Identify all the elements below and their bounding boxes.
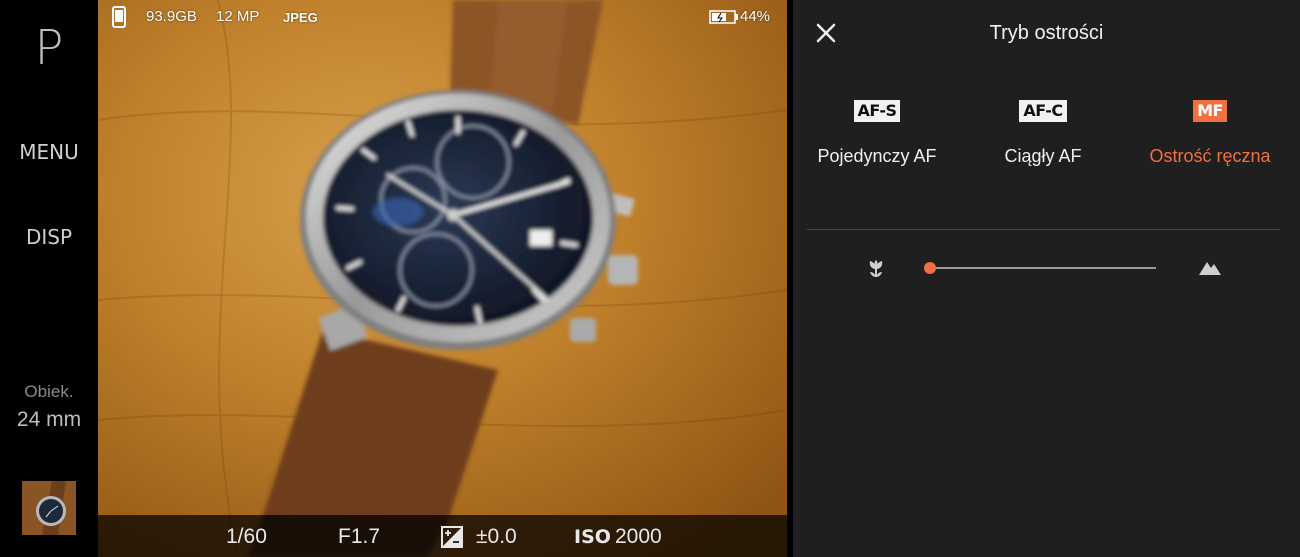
exposure-settings-bar: 1/60 F1.7 ±0.0 ISO 2000 bbox=[98, 515, 787, 557]
focus-slider-thumb[interactable] bbox=[924, 262, 936, 274]
af-s-badge: AF-S bbox=[853, 100, 901, 122]
mf-badge: MF bbox=[1193, 100, 1227, 122]
focus-distance-slider[interactable] bbox=[930, 267, 1156, 269]
focus-mode-af-s[interactable]: AF-S Pojedynczy AF bbox=[797, 100, 957, 190]
storage-remaining: 93.9GB bbox=[146, 8, 197, 25]
focus-mode-mf[interactable]: MF Ostrość ręczna bbox=[1130, 100, 1290, 190]
storage-icon bbox=[112, 6, 126, 28]
lens-focal-length[interactable]: 24 mm bbox=[0, 408, 98, 432]
camera-viewfinder[interactable]: 93.9GB 12 MP JPEG 44% 1/60 F1.7 ±0.0 ISO… bbox=[98, 0, 787, 557]
focus-mode-panel: Tryb ostrości AF-S Pojedynczy AF AF-C Ci… bbox=[793, 0, 1300, 557]
menu-button[interactable]: MENU bbox=[0, 140, 98, 164]
mf-label: Ostrość ręczna bbox=[1149, 146, 1271, 166]
status-bar: 93.9GB 12 MP JPEG 44% bbox=[98, 0, 787, 34]
af-c-badge: AF-C bbox=[1019, 100, 1067, 122]
iso-label: ISO bbox=[574, 526, 611, 548]
panel-title: Tryb ostrości bbox=[989, 22, 1104, 44]
battery-icon bbox=[709, 10, 738, 24]
battery-level: 44% bbox=[740, 8, 771, 25]
disp-button[interactable]: DISP bbox=[0, 225, 98, 249]
left-rail: P MENU DISP Obiek. 24 mm bbox=[0, 0, 98, 557]
live-preview-image bbox=[98, 0, 787, 557]
gallery-thumbnail[interactable] bbox=[22, 481, 76, 535]
shutter-speed[interactable]: 1/60 bbox=[226, 525, 267, 549]
gallery-thumbnail-image bbox=[22, 481, 76, 535]
exposure-comp-icon bbox=[441, 526, 463, 548]
shooting-mode-indicator[interactable]: P bbox=[0, 20, 98, 76]
iso-value[interactable]: 2000 bbox=[615, 525, 662, 549]
lens-label[interactable]: Obiek. bbox=[0, 382, 98, 402]
af-s-label: Pojedynczy AF bbox=[817, 146, 937, 166]
exposure-compensation[interactable]: ±0.0 bbox=[476, 525, 517, 549]
landscape-mountain-icon bbox=[1199, 262, 1221, 275]
aperture-value[interactable]: F1.7 bbox=[338, 525, 380, 549]
image-size: 12 MP bbox=[216, 8, 260, 25]
file-format: JPEG bbox=[283, 10, 318, 25]
af-c-label: Ciągły AF bbox=[1004, 146, 1082, 166]
focus-mode-af-c[interactable]: AF-C Ciągły AF bbox=[963, 100, 1123, 190]
panel-separator bbox=[807, 229, 1280, 230]
macro-flower-icon bbox=[869, 260, 883, 277]
